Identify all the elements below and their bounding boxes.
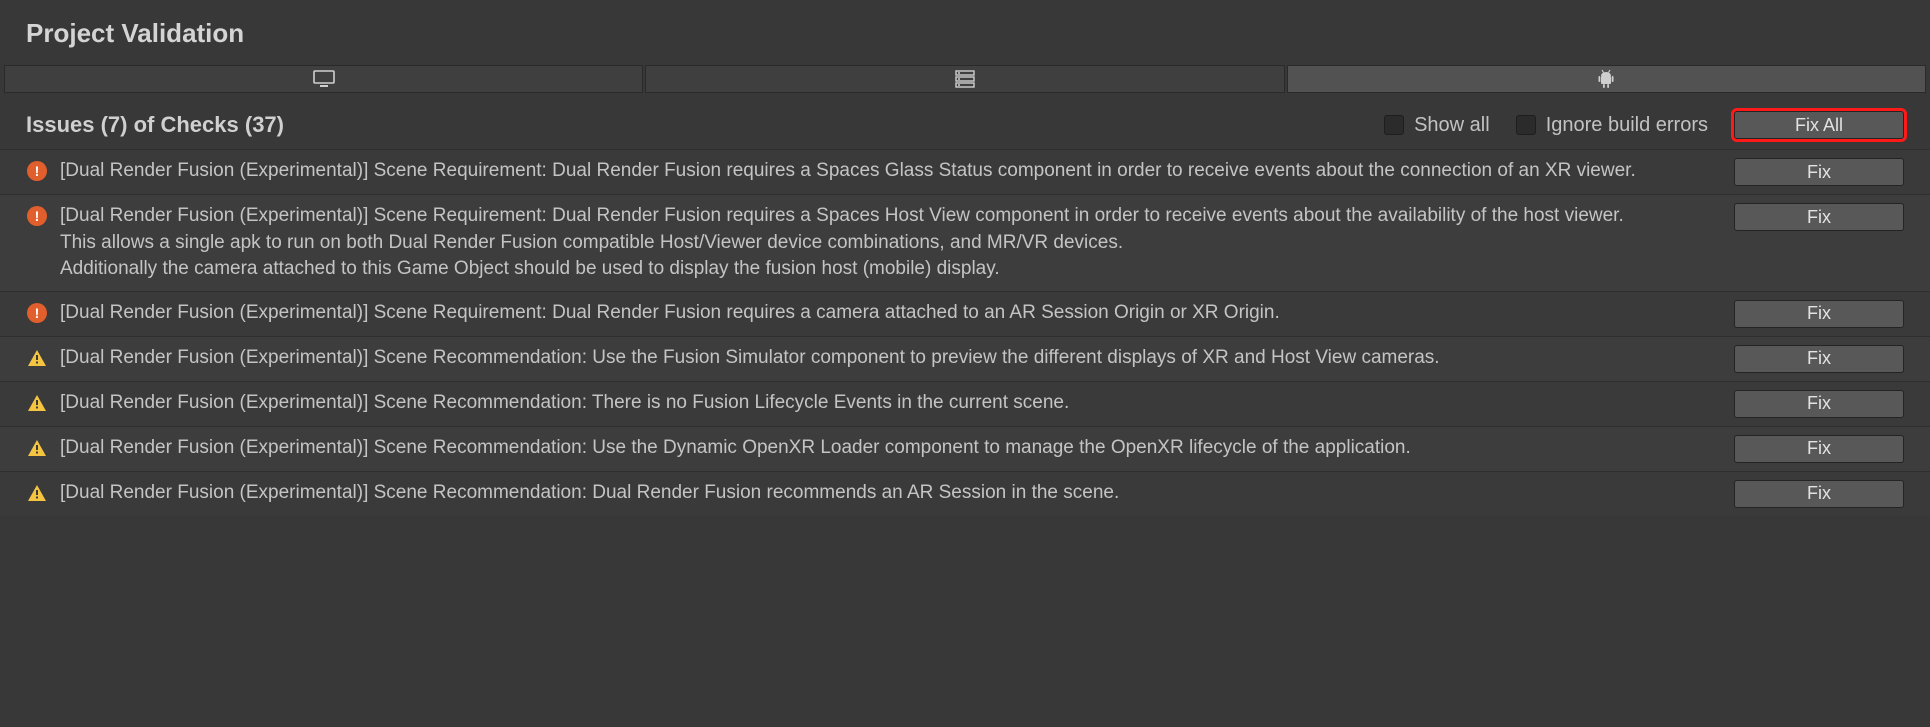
issue-fix-cell: Fix [1734, 158, 1904, 186]
tab-android[interactable] [1287, 65, 1926, 93]
issue-row: [Dual Render Fusion (Experimental)] Scen… [0, 426, 1930, 471]
issue-fix-cell: Fix [1734, 203, 1904, 231]
checkbox-box [1516, 115, 1536, 135]
issues-list: [Dual Render Fusion (Experimental)] Scen… [0, 149, 1930, 727]
show-all-checkbox[interactable]: Show all [1384, 114, 1490, 137]
issue-fix-cell: Fix [1734, 480, 1904, 508]
fix-button[interactable]: Fix [1734, 435, 1904, 463]
warning-icon [26, 482, 48, 504]
warning-icon [26, 347, 48, 369]
ignore-build-errors-checkbox[interactable]: Ignore build errors [1516, 114, 1708, 137]
tab-server[interactable] [645, 65, 1284, 93]
issue-text: [Dual Render Fusion (Experimental)] Scen… [60, 158, 1722, 185]
issue-row: [Dual Render Fusion (Experimental)] Scen… [0, 471, 1930, 516]
show-all-label: Show all [1414, 114, 1490, 137]
ignore-build-errors-label: Ignore build errors [1546, 114, 1708, 137]
checkbox-box [1384, 115, 1404, 135]
monitor-icon [313, 70, 335, 88]
fix-button[interactable]: Fix [1734, 390, 1904, 418]
issue-text: [Dual Render Fusion (Experimental)] Scen… [60, 435, 1722, 462]
issues-heading: Issues (7) of Checks (37) [26, 112, 1358, 138]
warning-icon [26, 437, 48, 459]
issue-text: [Dual Render Fusion (Experimental)] Scen… [60, 390, 1722, 417]
fix-button[interactable]: Fix [1734, 480, 1904, 508]
issue-row: [Dual Render Fusion (Experimental)] Scen… [0, 291, 1930, 336]
fix-button[interactable]: Fix [1734, 300, 1904, 328]
issue-text: [Dual Render Fusion (Experimental)] Scen… [60, 345, 1722, 372]
issue-row: [Dual Render Fusion (Experimental)] Scen… [0, 149, 1930, 194]
issue-text: [Dual Render Fusion (Experimental)] Scen… [60, 480, 1722, 507]
fix-all-button[interactable]: Fix All [1734, 111, 1904, 139]
issue-fix-cell: Fix [1734, 345, 1904, 373]
platform-tabs [0, 65, 1930, 93]
issue-row: [Dual Render Fusion (Experimental)] Scen… [0, 381, 1930, 426]
fix-button[interactable]: Fix [1734, 158, 1904, 186]
error-icon [26, 302, 48, 324]
error-icon [26, 160, 48, 182]
page-title: Project Validation [0, 0, 1930, 65]
issue-text: [Dual Render Fusion (Experimental)] Scen… [60, 300, 1722, 327]
error-icon [26, 205, 48, 227]
project-validation-window: Project Validation [0, 0, 1930, 727]
issues-toolbar: Issues (7) of Checks (37) Show all Ignor… [0, 93, 1930, 149]
android-icon [1597, 69, 1615, 89]
issue-text: [Dual Render Fusion (Experimental)] Scen… [60, 203, 1722, 283]
fix-button[interactable]: Fix [1734, 203, 1904, 231]
issue-row: [Dual Render Fusion (Experimental)] Scen… [0, 194, 1930, 291]
warning-icon [26, 392, 48, 414]
fix-button[interactable]: Fix [1734, 345, 1904, 373]
issue-fix-cell: Fix [1734, 390, 1904, 418]
issue-fix-cell: Fix [1734, 435, 1904, 463]
issue-fix-cell: Fix [1734, 300, 1904, 328]
server-icon [955, 70, 975, 88]
tab-desktop[interactable] [4, 65, 643, 93]
issue-row: [Dual Render Fusion (Experimental)] Scen… [0, 336, 1930, 381]
